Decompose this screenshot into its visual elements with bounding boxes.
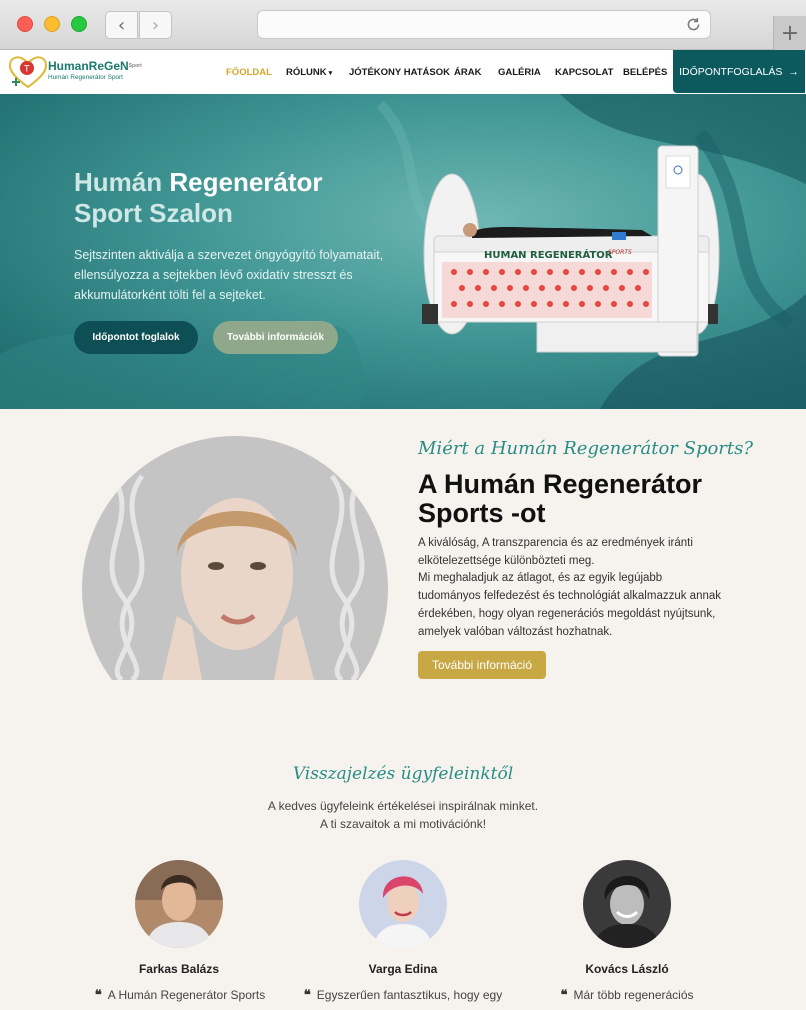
more-info-link-button[interactable]: További információ	[418, 651, 546, 679]
testimonial-name-3: Kovács László	[585, 962, 669, 976]
new-tab-button[interactable]: +	[773, 16, 806, 50]
why-description: A kiválóság, A transzparencia és az ered…	[418, 535, 728, 641]
testimonials-script-heading: Visszajelzés ügyfeleinktől	[292, 764, 514, 784]
chevron-right-icon: ›	[151, 14, 160, 36]
testimonial-quote-3: ❝ Már több regenerációs	[507, 988, 747, 1003]
nav-item-arak[interactable]: ÁRAK	[454, 67, 481, 78]
testimonial-quote-2: ❝ Egyszerűen fantasztikus, hogy egy	[283, 988, 523, 1003]
avatar-farkas-balazs	[135, 860, 223, 948]
logo-sup: Sport	[128, 63, 142, 69]
logo-sub: Humán Regenerátor Sport	[48, 74, 123, 81]
book-now-button[interactable]: Időpontot foglalok	[74, 321, 198, 354]
reload-icon[interactable]	[685, 16, 702, 33]
testimonial-name-1: Farkas Balázs	[138, 962, 220, 976]
why-script-heading: Miért a Humán Regenerátor Sports?	[418, 438, 754, 459]
machine-label-small: SPORTS	[608, 249, 632, 256]
maximize-window-button[interactable]	[71, 16, 87, 32]
hero-title-word-2: Regenerátor	[169, 167, 323, 197]
quote-icon: ❝	[94, 988, 102, 1003]
chevron-left-icon: ‹	[117, 14, 126, 36]
heart-logo-icon: T	[8, 56, 48, 89]
avatar-varga-edina	[359, 860, 447, 948]
hero-title-word-1: Humán	[74, 167, 163, 197]
caret-down-icon: ▾	[328, 70, 333, 77]
address-bar[interactable]	[257, 10, 711, 39]
avatar-kovacs-laszlo	[583, 860, 671, 948]
nav-item-rolunk-label: RÓLUNK	[286, 67, 327, 78]
testimonials-sub-1: A kedves ügyfeleink értékelései inspirál…	[267, 799, 539, 813]
quote-icon: ❝	[560, 988, 568, 1003]
machine-label: HUMAN REGENERÁTOR	[484, 248, 613, 261]
testimonial-quote-2-text: Egyszerűen fantasztikus, hogy egy	[316, 988, 503, 1002]
close-window-button[interactable]	[17, 16, 33, 32]
hero-description: Sejtszinten aktiválja a szervezet öngyóg…	[74, 248, 384, 302]
plus-icon: +	[780, 20, 800, 46]
testimonial-quote-1-text: A Humán Regenerátor Sports	[107, 988, 266, 1002]
testimonials-sub-2: A ti szavaitok a mi motivációnk!	[319, 817, 487, 831]
minimize-window-button[interactable]	[44, 16, 60, 32]
book-appointment-label: IDŐPONTFOGLALÁS	[679, 65, 783, 78]
testimonial-quote-1: ❝ A Humán Regenerátor Sports	[60, 988, 300, 1003]
more-info-button[interactable]: További információk	[213, 321, 338, 354]
logo[interactable]: T HumanReGeNSport Humán Regenerátor Spor…	[8, 54, 158, 90]
testimonials-subtitle: A kedves ügyfeleink értékelései inspirál…	[0, 797, 806, 833]
testimonial-quote-3-text: Már több regenerációs	[573, 988, 694, 1002]
arrow-right-icon: →	[788, 65, 799, 78]
nav-item-belepes[interactable]: BELÉPÉS	[623, 67, 667, 78]
why-text-1: A kiválóság, A transzparencia és az ered…	[418, 537, 693, 567]
site-header: T HumanReGeNSport Humán Regenerátor Spor…	[0, 50, 806, 94]
nav-item-jotekony-hatasok[interactable]: JÓTÉKONY HATÁSOK	[349, 67, 450, 78]
why-title: A Humán Regenerátor Sports -ot	[418, 469, 703, 528]
forward-button[interactable]: ›	[139, 11, 172, 39]
book-appointment-button[interactable]: IDŐPONTFOGLALÁS →	[673, 50, 805, 93]
hero-title: Humán Regenerátor Sport Szalon	[74, 167, 323, 229]
quote-icon: ❝	[303, 988, 311, 1003]
hero-title-line-2: Sport Szalon	[74, 198, 233, 228]
testimonial-name-2: Varga Edina	[368, 962, 438, 976]
logo-main: HumanReGeN	[48, 59, 129, 73]
svg-text:T: T	[23, 65, 30, 75]
nav-item-rolunk[interactable]: RÓLUNK ▾	[286, 67, 332, 78]
browser-chrome: ‹ › +	[0, 0, 806, 50]
hero-section: Humán Regenerátor Sport Szalon Sejtszint…	[0, 94, 806, 409]
nav-item-kapcsolat[interactable]: KAPCSOLAT	[555, 67, 613, 78]
logo-text: HumanReGeNSport Humán Regenerátor Sport	[48, 60, 142, 82]
back-button[interactable]: ‹	[105, 11, 138, 39]
why-text-2: Mi meghaladjuk az átlagot, és az egyik l…	[418, 572, 722, 638]
woman-portrait-image	[82, 436, 388, 680]
nav-item-galeria[interactable]: GALÉRIA	[498, 67, 541, 78]
nav-item-fooldal[interactable]: FŐOLDAL	[226, 67, 272, 78]
regenerator-machine-image: HUMAN REGENERÁTOR SPORTS	[422, 145, 720, 357]
